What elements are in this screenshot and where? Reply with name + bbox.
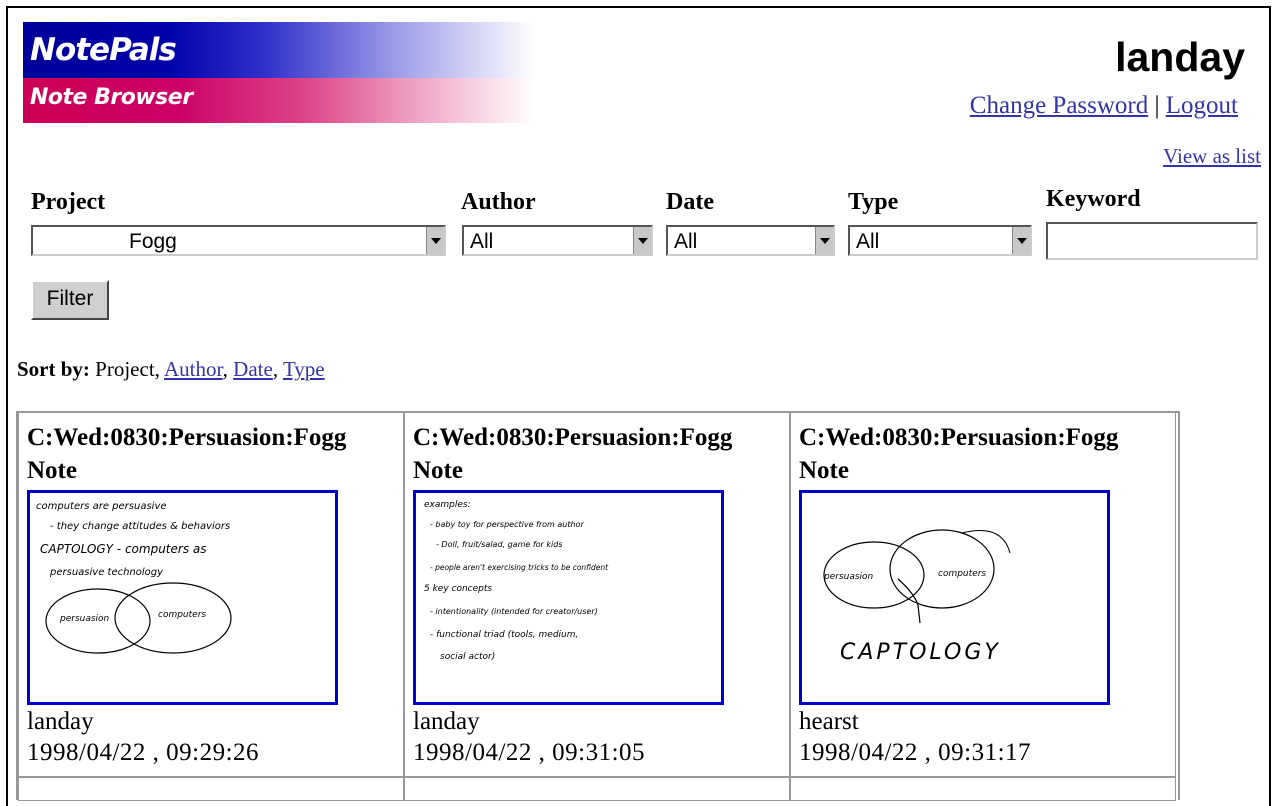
- chevron-down-icon[interactable]: [1012, 227, 1030, 254]
- handwritten-sketch: examples: - baby toy for perspective fro…: [424, 500, 609, 662]
- project-select-value: Fogg: [129, 230, 177, 253]
- note-title: C:Wed:0830:Persuasion:Fogg: [27, 424, 347, 451]
- account-links: Change Password | Logout: [970, 92, 1238, 120]
- note-title: C:Wed:0830:Persuasion:Fogg: [799, 424, 1119, 451]
- keyword-input[interactable]: [1046, 222, 1258, 260]
- sort-comma: ,: [272, 357, 279, 381]
- sketch-text: - functional triad (tools, medium,: [430, 630, 578, 640]
- change-password-link[interactable]: Change Password: [970, 92, 1148, 119]
- sketch-text: computers: [938, 569, 986, 579]
- chevron-down-icon[interactable]: [426, 227, 444, 254]
- sketch-text: - people aren't exercising tricks to be …: [430, 563, 609, 572]
- sketch-text: 5 key concepts: [424, 584, 492, 594]
- username: landay: [1115, 34, 1245, 80]
- sketch-text: - they change attitudes & behaviors: [50, 521, 230, 532]
- app-name: NotePals: [23, 22, 535, 78]
- note-card-partial: [404, 777, 790, 801]
- note-thumbnail[interactable]: persuasion computers CAPTOLOGY: [799, 490, 1110, 705]
- note-timestamp: 1998/04/22 , 09:31:05: [413, 739, 646, 766]
- chevron-down-icon[interactable]: [633, 227, 651, 254]
- logout-link[interactable]: Logout: [1166, 92, 1238, 119]
- sort-current-project: Project,: [95, 357, 160, 381]
- author-select[interactable]: All: [462, 225, 653, 256]
- note-author: landay: [27, 708, 94, 735]
- date-select[interactable]: All: [666, 225, 835, 256]
- sort-author-link[interactable]: Author: [164, 357, 223, 381]
- note-card[interactable]: C:Wed:0830:Persuasion:Fogg Note computer…: [18, 411, 404, 777]
- link-separator: |: [1154, 92, 1160, 119]
- date-select-value: All: [674, 230, 698, 253]
- note-thumbnail[interactable]: computers are persuasive - they change a…: [27, 490, 338, 705]
- sketch-text: computers: [158, 610, 206, 620]
- note-card[interactable]: C:Wed:0830:Persuasion:Fogg Note persuasi…: [790, 411, 1176, 777]
- sketch-text: examples:: [424, 500, 471, 510]
- note-timestamp: 1998/04/22 , 09:31:17: [799, 739, 1032, 766]
- handwritten-sketch: persuasion computers CAPTOLOGY: [823, 529, 1011, 665]
- type-select-value: All: [856, 230, 880, 253]
- sort-type-link[interactable]: Type: [283, 357, 325, 381]
- keyword-label: Keyword: [1046, 186, 1141, 212]
- note-type: Note: [799, 457, 849, 484]
- sketch-text: - intentionality (intended for creator/u…: [430, 607, 598, 616]
- sort-label: Sort by:: [17, 357, 90, 381]
- note-card-partial: [790, 777, 1176, 801]
- handwritten-sketch: computers are persuasive - they change a…: [36, 501, 232, 654]
- sketch-text: - baby toy for perspective from author: [430, 520, 584, 529]
- sketch-text: computers are persuasive: [36, 501, 167, 512]
- type-label: Type: [848, 189, 899, 215]
- sketch-text: social actor): [440, 652, 495, 662]
- sort-date-link[interactable]: Date: [233, 357, 273, 381]
- sketch-text: CAPTOLOGY: [840, 640, 1001, 665]
- note-timestamp: 1998/04/22 , 09:29:26: [27, 739, 260, 766]
- app-subtitle: Note Browser: [23, 78, 535, 123]
- project-select[interactable]: Fogg: [31, 225, 446, 256]
- type-select[interactable]: All: [848, 225, 1032, 256]
- author-select-value: All: [470, 230, 494, 253]
- sketch-text: CAPTOLOGY - computers as: [40, 542, 207, 556]
- sort-bar: Sort by: Project, Author, Date, Type: [17, 357, 325, 382]
- note-card-partial: [18, 777, 404, 801]
- chevron-down-icon[interactable]: [815, 227, 833, 254]
- sketch-text: - Doll, fruit/salad, game for kids: [436, 540, 563, 549]
- sort-comma: ,: [222, 357, 228, 381]
- note-card[interactable]: C:Wed:0830:Persuasion:Fogg Note examples…: [404, 411, 790, 777]
- note-title: C:Wed:0830:Persuasion:Fogg: [413, 424, 733, 451]
- note-type: Note: [413, 457, 463, 484]
- note-author: hearst: [799, 708, 859, 735]
- note-type: Note: [27, 457, 77, 484]
- author-label: Author: [461, 189, 536, 215]
- notepals-logo-banner: NotePals Note Browser: [23, 22, 535, 123]
- note-thumbnail[interactable]: examples: - baby toy for perspective fro…: [413, 490, 724, 705]
- view-as-list-link[interactable]: View as list: [1163, 144, 1261, 168]
- filter-button[interactable]: Filter: [31, 280, 109, 320]
- date-label: Date: [666, 189, 714, 215]
- project-label: Project: [31, 189, 106, 215]
- sketch-text: persuasion: [59, 614, 110, 624]
- sketch-text: persuasive technology: [49, 567, 164, 578]
- sketch-text: persuasion: [823, 572, 874, 582]
- note-author: landay: [413, 708, 480, 735]
